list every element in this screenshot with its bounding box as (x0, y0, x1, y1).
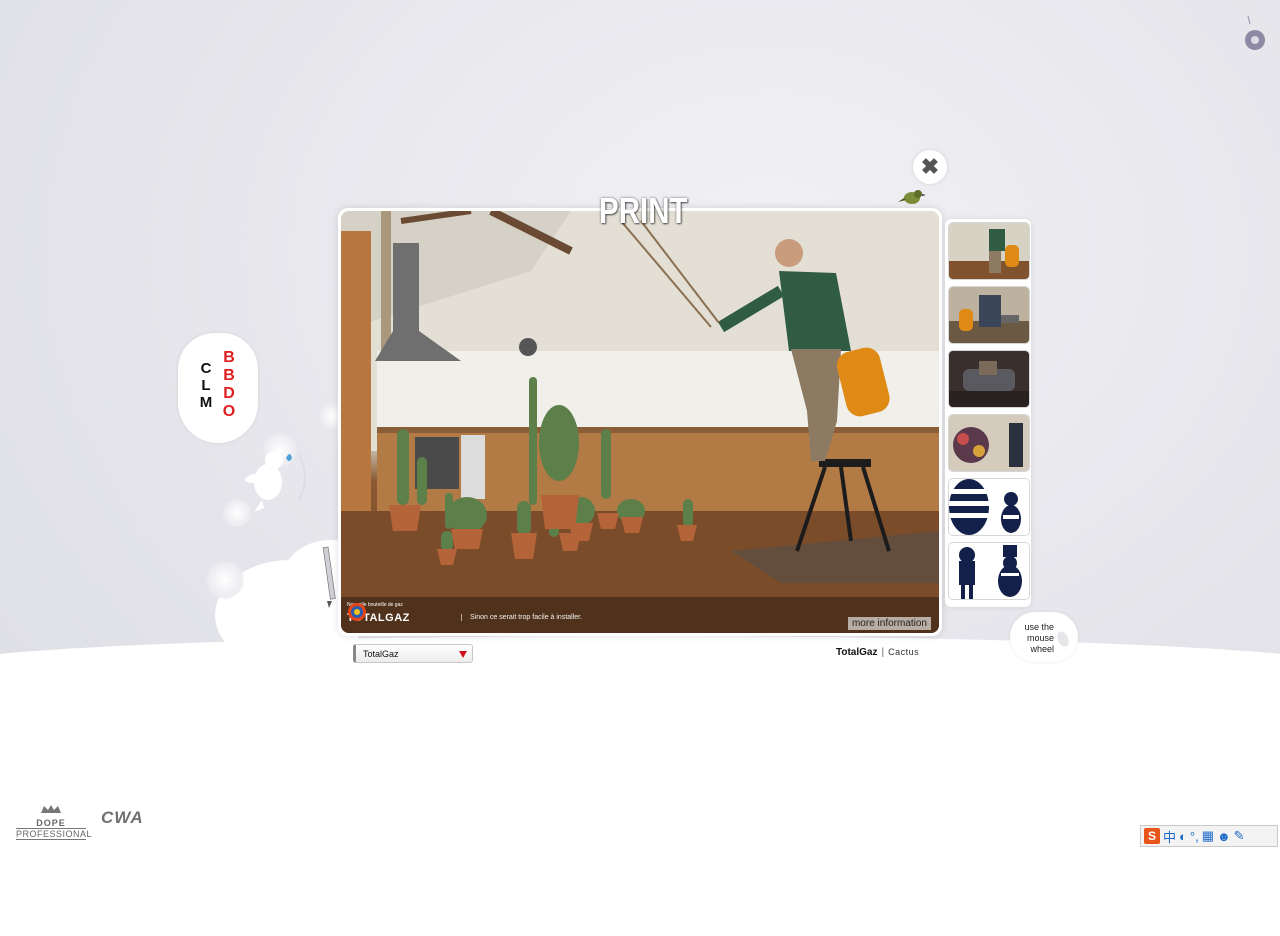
campaign-select[interactable]: TotalGaz (353, 644, 473, 663)
user-icon[interactable]: ☻ (1217, 829, 1231, 844)
more-information-link[interactable]: more information (847, 617, 931, 630)
close-icon: ✖ (920, 154, 940, 179)
thumbnail-strip[interactable] (945, 219, 1031, 607)
moon-icon[interactable]: ◐ (1179, 829, 1187, 844)
cloud-puff (205, 560, 245, 600)
close-button[interactable]: ✖ (913, 150, 947, 184)
campaign-select-value: TotalGaz (363, 649, 399, 659)
ime-toolbar[interactable]: S 中 ◐ °, ▦ ☻ ✎ (1140, 825, 1278, 847)
caption-title: Cactus (888, 647, 920, 657)
thumbnail-6[interactable] (948, 542, 1030, 600)
thumbnail-3[interactable] (948, 350, 1030, 408)
dope-professional-logo[interactable]: DOPE PROFESSIONAL (16, 800, 93, 840)
letter: L (201, 377, 211, 394)
keyboard-icon[interactable]: ▦ (1202, 828, 1214, 844)
caption-client: TotalGaz (836, 647, 878, 658)
ground (0, 636, 1280, 936)
letter: C (200, 360, 212, 377)
caption-separator: | (881, 647, 885, 658)
letter: M (199, 394, 213, 411)
image-viewer: Nouvelle bouteille de gaz TOTALGAZ Sinon… (338, 208, 942, 636)
main-image[interactable]: Nouvelle bouteille de gaz TOTALGAZ Sinon… (341, 211, 939, 633)
image-caption: TotalGaz | Cactus (836, 647, 919, 658)
sogou-logo-icon[interactable]: S (1144, 828, 1160, 844)
ad-tagline: Sinon ce serait trop facile à installer. (461, 614, 582, 621)
thumbnail-5[interactable] (948, 478, 1030, 536)
letter: B (223, 349, 235, 366)
ad-brand-logo: Nouvelle bouteille de gaz TOTALGAZ (347, 602, 410, 626)
bird-icon (898, 190, 926, 204)
mouse-icon (1057, 631, 1069, 647)
punctuation-icon[interactable]: °, (1190, 829, 1199, 844)
crown-icon (41, 805, 61, 813)
letter: D (223, 385, 235, 402)
agency-logo-bbdo: B B D O (221, 349, 237, 421)
thumbnail-4[interactable] (948, 414, 1030, 472)
mouse-wheel-hint: use the mouse wheel (1024, 622, 1054, 654)
agency-logo-bubble: C L M B B D O (178, 333, 258, 443)
dope-logo-top: DOPE (36, 818, 66, 828)
thumbnail-1[interactable] (948, 222, 1030, 280)
dropdown-arrow-icon (459, 651, 467, 658)
letter: O (222, 403, 236, 420)
cwa-logo[interactable]: CWA (101, 808, 144, 828)
totalgaz-logo-icon (348, 603, 366, 621)
cupid-icon (244, 451, 306, 512)
disc-icon (1245, 15, 1265, 50)
page-title: PRINT (599, 190, 688, 231)
dope-logo-bottom: PROFESSIONAL (16, 828, 93, 840)
ime-language-toggle[interactable]: 中 (1163, 827, 1176, 846)
letter: B (223, 367, 235, 384)
wrench-icon[interactable]: ✎ (1234, 828, 1245, 844)
thumbnail-2[interactable] (948, 286, 1030, 344)
agency-logo-clm: C L M (198, 360, 214, 411)
